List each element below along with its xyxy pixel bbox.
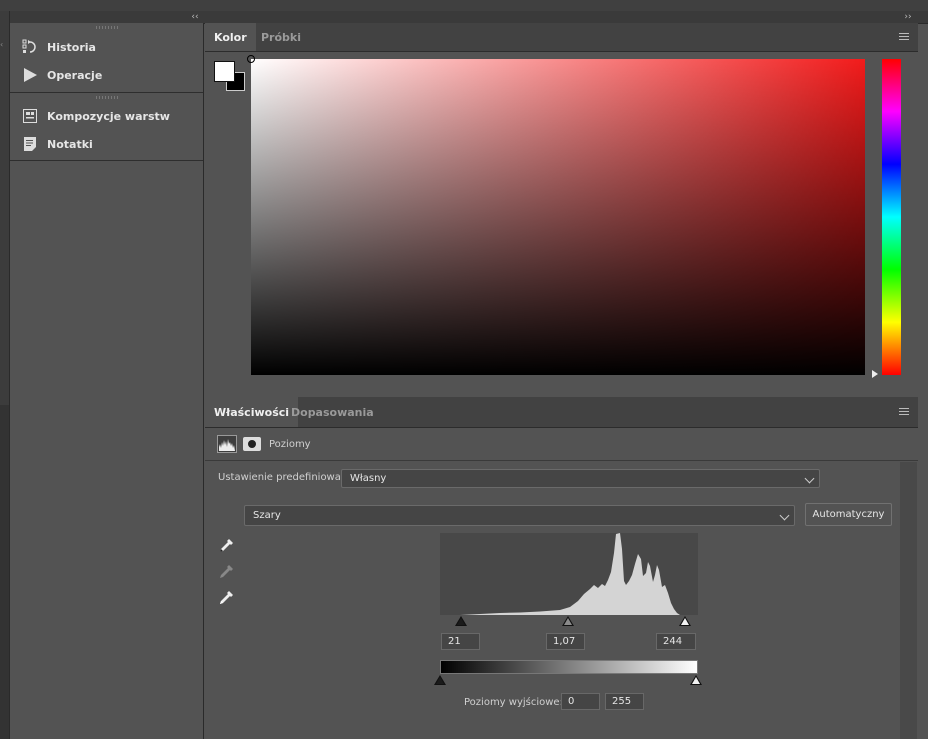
dock-grip[interactable] [96, 96, 118, 99]
dock-item-label: Kompozycje warstw [47, 109, 170, 123]
output-low-field[interactable]: 0 [561, 693, 600, 710]
black-point-eyedropper-icon[interactable] [218, 538, 234, 554]
output-white-slider[interactable] [690, 675, 702, 685]
chevron-down-icon [804, 473, 815, 483]
output-high-field[interactable]: 255 [605, 693, 644, 710]
hue-slider[interactable] [882, 59, 901, 375]
properties-adjustment-header: Poziomy [205, 428, 918, 461]
play-icon [22, 67, 38, 83]
levels-histogram [440, 533, 698, 615]
collapse-panels-right-button[interactable]: ›› [900, 11, 916, 23]
dock-divider [10, 160, 203, 161]
notes-icon [22, 136, 38, 152]
dock-item-notes[interactable]: Notatki [10, 131, 203, 157]
dock-item-label: Notatki [47, 137, 93, 151]
preset-dropdown-value: Własny [350, 473, 387, 484]
properties-scrollbar[interactable] [900, 462, 917, 739]
channel-dropdown-value: Szary [253, 510, 281, 521]
panel-menu-icon[interactable] [899, 33, 909, 41]
input-highlight-slider[interactable] [679, 616, 691, 626]
output-levels-gradient [440, 660, 698, 674]
white-point-eyedropper-icon[interactable] [218, 590, 234, 606]
color-picker-marker[interactable] [247, 55, 255, 63]
history-icon [22, 39, 38, 55]
tab-swatches[interactable]: Próbki [252, 23, 310, 51]
output-black-slider[interactable] [434, 675, 446, 685]
dock-item-label: Historia [47, 40, 96, 54]
left-edge-chevron-icon[interactable]: ‹ [0, 40, 6, 49]
panel-menu-icon[interactable] [899, 408, 909, 416]
preset-label: Ustawienie predefiniowane: [218, 472, 357, 483]
dock-grip[interactable] [96, 26, 118, 29]
levels-histogram-icon[interactable] [217, 435, 237, 453]
left-edge-toolbar-lower [0, 405, 9, 739]
hue-slider-handle[interactable] [872, 370, 878, 378]
tab-color[interactable]: Kolor [205, 23, 256, 51]
input-shadow-field[interactable]: 21 [441, 633, 480, 650]
input-midtone-slider[interactable] [562, 616, 574, 626]
left-panel-dock: Historia Operacje Kompozycje warstw Nota… [10, 23, 204, 739]
color-saturation-brightness-field[interactable] [251, 59, 865, 375]
collapse-panels-left-button[interactable]: ‹‹ [188, 11, 202, 23]
layer-mask-icon[interactable] [243, 437, 261, 451]
tab-adjustments[interactable]: Dopasowania [282, 397, 383, 427]
input-highlight-field[interactable]: 244 [656, 633, 696, 650]
dock-item-history[interactable]: Historia [10, 34, 203, 60]
dock-item-actions[interactable]: Operacje [10, 62, 203, 88]
input-shadow-slider[interactable] [455, 616, 467, 626]
color-panel-header: Kolor Próbki [205, 23, 918, 52]
dock-divider [10, 92, 203, 93]
foreground-color-swatch[interactable] [214, 61, 235, 82]
gray-point-eyedropper-icon[interactable] [218, 564, 234, 580]
preset-dropdown[interactable]: Własny [341, 469, 820, 488]
dock-item-layer-comps[interactable]: Kompozycje warstw [10, 103, 203, 129]
histogram-curve [460, 533, 680, 615]
auto-button[interactable]: Automatyczny [805, 503, 892, 526]
input-midtone-field[interactable]: 1,07 [546, 633, 585, 650]
output-levels-label: Poziomy wyjściowe: [464, 697, 563, 708]
layer-comps-icon [22, 108, 38, 124]
adjustment-type-label: Poziomy [269, 439, 311, 450]
properties-panel-header: Właściwości Dopasowania [205, 397, 918, 428]
chevron-down-icon [779, 510, 790, 520]
channel-dropdown[interactable]: Szary [244, 505, 795, 526]
dock-item-label: Operacje [47, 68, 103, 82]
